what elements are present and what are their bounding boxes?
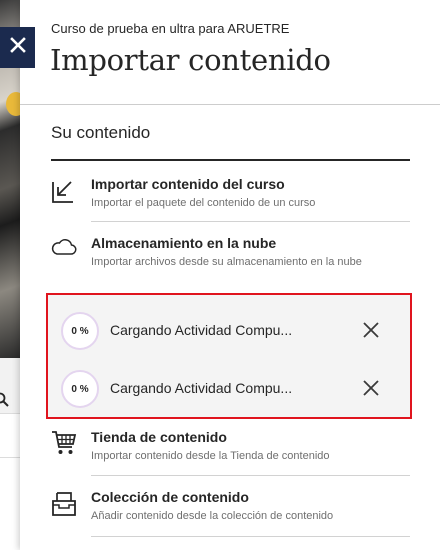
course-name: Curso de prueba en ultra para ARUETRE — [51, 21, 290, 36]
option-divider — [91, 221, 410, 222]
close-icon — [362, 379, 380, 402]
background-search-icon — [0, 392, 10, 411]
page-title: Importar contenido — [50, 43, 331, 77]
upload-queue: 0 % Cargando Actividad Compu... 0 % Carg… — [46, 293, 412, 419]
import-content-panel: Curso de prueba en ultra para ARUETRE Im… — [20, 0, 440, 550]
collection-tray-icon — [51, 489, 77, 517]
option-divider — [91, 536, 410, 537]
upload-progress: 0 % — [61, 312, 99, 350]
import-course-content-option[interactable]: Importar contenido del curso Importar el… — [51, 176, 410, 222]
upload-progress: 0 % — [61, 370, 99, 408]
option-divider — [91, 475, 410, 476]
option-description: Importar contenido desde la Tienda de co… — [91, 450, 330, 462]
section-title: Su contenido — [51, 123, 151, 142]
upload-file-name: Cargando Actividad Compu... — [110, 322, 293, 338]
background-avatar — [6, 92, 20, 116]
close-panel-button[interactable] — [0, 27, 35, 68]
panel-header: Curso de prueba en ultra para ARUETRE Im… — [20, 0, 440, 105]
content-collection-option[interactable]: Colección de contenido Añadir contenido … — [51, 489, 410, 537]
upload-item: 0 % Cargando Actividad Compu... — [48, 300, 410, 358]
cancel-upload-button[interactable] — [359, 378, 383, 402]
close-icon — [9, 37, 26, 58]
upload-item: 0 % Cargando Actividad Compu... — [48, 358, 410, 416]
background-content-row — [0, 414, 20, 458]
option-title: Colección de contenido — [91, 489, 249, 505]
close-icon — [362, 321, 380, 344]
upload-file-name: Cargando Actividad Compu... — [110, 380, 293, 396]
section-divider — [51, 159, 410, 161]
option-description: Importar archivos desde su almacenamient… — [91, 256, 362, 268]
content-store-option[interactable]: Tienda de contenido Importar contenido d… — [51, 429, 410, 476]
cart-icon — [51, 429, 77, 457]
cloud-icon — [51, 235, 77, 263]
cloud-storage-option[interactable]: Almacenamiento en la nube Importar archi… — [51, 235, 410, 291]
option-title: Almacenamiento en la nube — [91, 235, 277, 251]
option-title: Importar contenido del curso — [91, 176, 285, 192]
cancel-upload-button[interactable] — [359, 320, 383, 344]
import-arrow-icon — [51, 176, 77, 204]
background-course-page — [0, 0, 20, 550]
option-description: Importar el paquete del contenido de un … — [91, 197, 316, 209]
option-title: Tienda de contenido — [91, 429, 227, 445]
option-description: Añadir contenido desde la colección de c… — [91, 510, 334, 522]
